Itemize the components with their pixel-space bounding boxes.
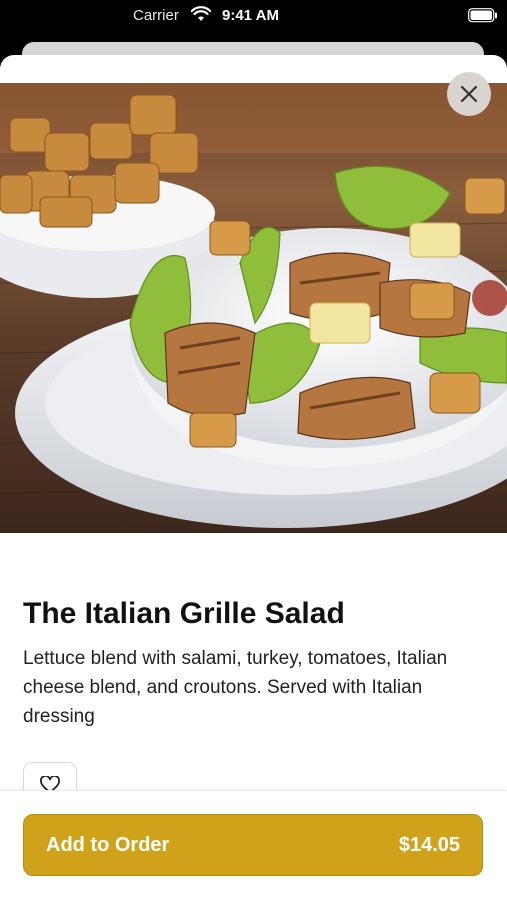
status-bar: Carrier 9:41 AM [0, 0, 507, 34]
status-time: 9:41 AM [222, 7, 279, 24]
item-photo [0, 83, 507, 533]
carrier-label: Carrier [133, 7, 179, 24]
add-to-order-label: Add to Order [46, 834, 170, 856]
item-detail-sheet: The Italian Grille Salad Lettuce blend w… [0, 55, 507, 900]
close-icon [460, 85, 478, 103]
price-label: $14.05 [398, 834, 460, 856]
order-bar: Add to Order $14.05 [0, 790, 507, 900]
wifi-icon [190, 6, 212, 22]
battery-icon [468, 8, 498, 23]
add-to-order-button[interactable]: Add to Order $14.05 [23, 814, 483, 876]
item-title: The Italian Grille Salad [23, 597, 345, 630]
item-description: Lettuce blend with salami, turkey, tomat… [23, 648, 448, 727]
close-button[interactable] [447, 72, 491, 116]
